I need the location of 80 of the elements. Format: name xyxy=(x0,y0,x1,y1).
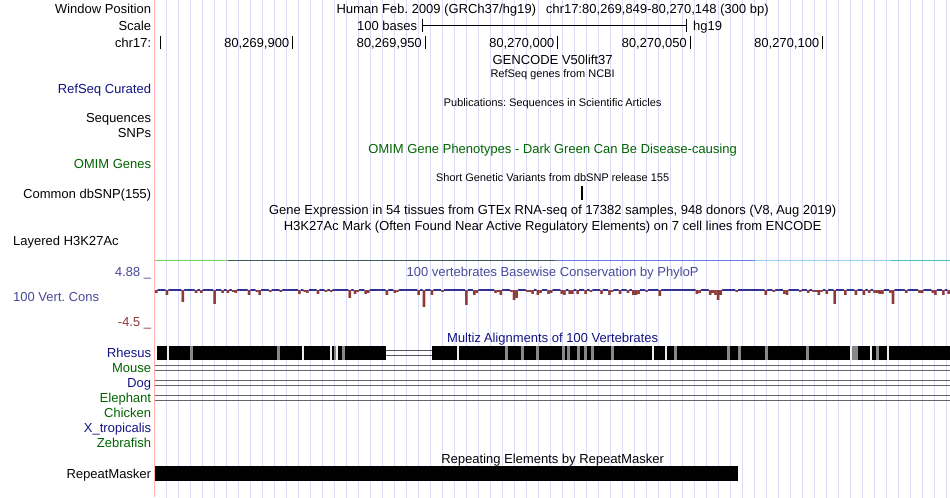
species-label[interactable]: X_tropicalis xyxy=(84,420,151,435)
species-label[interactable]: Chicken xyxy=(104,405,151,420)
ruler-label: 80,269,950 xyxy=(356,34,423,51)
track-label[interactable]: RepeatMasker xyxy=(66,466,151,481)
ruler-label: 80,269,900 xyxy=(224,34,290,51)
conservation-bar xyxy=(155,290,158,293)
track-title: Multiz Alignments of 100 Vertebrates xyxy=(446,330,658,345)
track-title: OMIM Gene Phenotypes - Dark Green Can Be Disease-causing xyxy=(368,140,737,156)
track-label[interactable]: Common dbSNP(155) xyxy=(23,186,151,200)
conservation-bar xyxy=(348,290,352,298)
conservation-bar xyxy=(600,290,603,294)
conservation-bar xyxy=(248,290,250,295)
species-label[interactable]: Mouse xyxy=(112,360,151,375)
track-title: Repeating Elements by RepeatMasker xyxy=(441,450,664,466)
conservation-bar xyxy=(825,290,828,294)
assembly-label: hg19 xyxy=(693,17,722,34)
scale-text: 100 bases xyxy=(357,17,417,34)
track-title: 100 vertebrates Basewise Conservation by PhyloP xyxy=(406,264,698,279)
conservation-bar xyxy=(658,290,662,296)
conservation-bar xyxy=(166,290,168,295)
position-text: chr17:80,269,849-80,270,148 (300 bp) xyxy=(546,1,769,16)
conservation-bar xyxy=(182,290,184,302)
assembly-text: Human Feb. 2009 (GRCh37/hg19) xyxy=(336,1,536,16)
ruler-tick xyxy=(557,36,558,49)
conservation-bar xyxy=(833,290,836,304)
conservation-bar xyxy=(386,290,388,295)
track-label[interactable]: SNPs xyxy=(118,125,151,140)
ruler-tick xyxy=(292,36,294,49)
conservation-bar xyxy=(764,290,768,295)
conservation-bar xyxy=(200,290,203,293)
conservation-bar xyxy=(806,290,810,293)
conservation-bar xyxy=(947,290,950,294)
conservation-bar xyxy=(576,290,579,294)
species-label[interactable]: Elephant xyxy=(100,390,151,405)
ruler-tick xyxy=(822,36,824,49)
row-label: Scale xyxy=(118,18,151,33)
conservation-bar xyxy=(618,290,622,294)
ruler-tick xyxy=(424,36,426,49)
axis-min-label: -4.5 _ xyxy=(116,314,151,329)
track-label[interactable]: OMIM Genes xyxy=(74,156,151,171)
track-label[interactable]: Sequences xyxy=(86,110,151,125)
ruler-label: 80,270,100 xyxy=(754,34,820,51)
track-title: Gene Expression in 54 tissues from GTEx RNA-seq of 17382 samples, 948 donors (V8, Aug 2019) xyxy=(268,202,836,216)
conservation-bar xyxy=(298,290,301,294)
conservation-bar xyxy=(422,290,426,307)
conservation-bar xyxy=(854,290,858,295)
chromosome-label: chr17: xyxy=(114,35,151,50)
conservation-bar xyxy=(226,290,230,293)
track-label[interactable]: Layered H3K27Ac xyxy=(13,233,119,248)
track-label[interactable]: RefSeq Curated xyxy=(58,81,151,96)
conservation-bar xyxy=(844,290,847,295)
axis-max-label: 4.88 _ xyxy=(114,264,151,279)
track-title: Short Genetic Variants from dbSNP release 155 xyxy=(436,172,670,184)
ruler-label: 80,270,050 xyxy=(622,34,688,51)
conservation-bar xyxy=(430,290,434,295)
species-label[interactable]: Dog xyxy=(127,375,151,390)
conservation-bar xyxy=(316,290,320,294)
conservation-bar xyxy=(626,290,630,293)
track-label[interactable]: 100 Vert. Cons xyxy=(13,289,151,304)
conservation-bar xyxy=(417,290,420,295)
conservation-bar xyxy=(904,290,908,293)
species-label[interactable]: Rhesus xyxy=(106,345,151,360)
conservation-bar xyxy=(213,290,216,304)
ruler-label: 80,270,000 xyxy=(489,34,556,51)
conservation-bar xyxy=(221,290,224,293)
conservation-bar xyxy=(862,290,866,295)
row-label: Window Position xyxy=(54,1,151,16)
track-title: RefSeq genes from NCBI xyxy=(490,68,615,80)
species-label[interactable]: Zebrafish xyxy=(96,435,151,450)
conservation-bar xyxy=(465,290,468,305)
ruler-tick xyxy=(160,36,161,49)
conservation-bar xyxy=(868,290,870,293)
track-title: H3K27Ac Mark (Often Found Near Active Regulatory Elements) on 7 cell lines from ENCODE xyxy=(284,218,822,232)
track-title: Publications: Sequences in Scientific Articles xyxy=(444,97,662,109)
ruler-tick xyxy=(690,36,691,49)
track-title: GENCODE V50lift37 xyxy=(492,52,612,66)
conservation-bar xyxy=(584,290,587,294)
conservation-bar xyxy=(194,290,198,293)
variant-marker xyxy=(581,186,583,200)
conservation-bar xyxy=(942,290,945,295)
